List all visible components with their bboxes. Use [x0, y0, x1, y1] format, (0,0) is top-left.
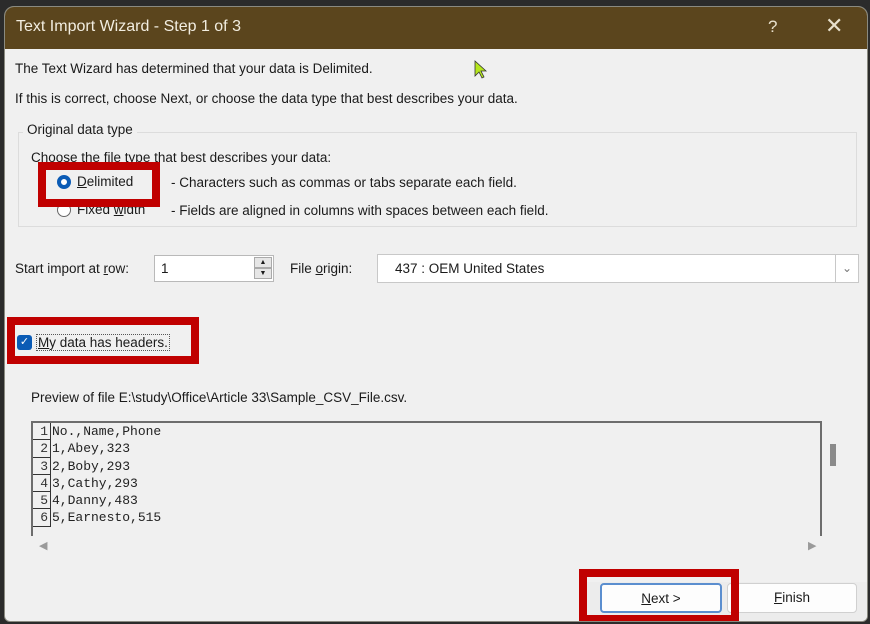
start-row-value[interactable]: 1 [161, 261, 169, 276]
row-text: No.,Name,Phone [52, 424, 162, 439]
row-text: 2,Boby,293 [52, 458, 131, 474]
help-button[interactable]: ? [768, 17, 777, 37]
start-row-label: Start import at row: [15, 261, 130, 276]
row-text: 1,Abey,323 [52, 441, 131, 457]
preview-row: 1 No.,Name,Phone [33, 423, 820, 441]
row-number: 1 [33, 423, 51, 441]
highlight-box-delimited [38, 162, 160, 207]
preview-label: Preview of file E:\study\Office\Article … [31, 390, 408, 405]
row-text: 3,Cathy,293 [52, 475, 138, 491]
finish-button[interactable]: Finish [727, 583, 857, 613]
row-number: 4 [33, 474, 51, 493]
close-button[interactable]: ✕ [825, 13, 843, 39]
preview-row: 3 2,Boby,293 [33, 457, 820, 475]
delimited-description: - Characters such as commas or tabs sepa… [171, 175, 517, 190]
highlight-box-next [579, 569, 739, 621]
scroll-left-icon[interactable]: ◀ [39, 539, 47, 552]
preview-row: 4 3,Cathy,293 [33, 474, 820, 493]
preview-row: 6 5,Earnesto,515 [33, 509, 820, 527]
vertical-scrollbar-thumb[interactable] [830, 444, 836, 466]
fixed-width-description: - Fields are aligned in columns with spa… [171, 203, 549, 218]
text-import-wizard-dialog: Text Import Wizard - Step 1 of 3 ? ✕ The… [4, 6, 868, 622]
row-number: 6 [33, 509, 51, 527]
spin-down-icon[interactable]: ▼ [254, 268, 272, 279]
row-text: 4,Danny,483 [52, 493, 138, 509]
title-bar: Text Import Wizard - Step 1 of 3 ? ✕ [5, 7, 867, 49]
file-preview: 1 No.,Name,Phone 2 1,Abey,323 3 2,Boby,293 4 3,… [31, 421, 822, 536]
chevron-down-icon[interactable]: ⌄ [835, 255, 858, 282]
file-origin-label: File origin: [290, 261, 353, 276]
spin-up-icon[interactable]: ▲ [254, 257, 272, 268]
intro-line-1: The Text Wizard has determined that your… [15, 61, 373, 76]
preview-row: 5 4,Danny,483 [33, 492, 820, 510]
row-number: 2 [33, 440, 51, 458]
start-row-stepper[interactable]: 1 ▲ ▼ [154, 255, 274, 282]
dialog-title: Text Import Wizard - Step 1 of 3 [16, 18, 241, 35]
scroll-right-icon[interactable]: ▶ [808, 539, 816, 552]
file-origin-value: 437 : OEM United States [395, 261, 545, 276]
file-origin-select[interactable]: 437 : OEM United States ⌄ [377, 254, 859, 283]
mouse-cursor-icon [474, 60, 488, 79]
group-label: Original data type [23, 122, 137, 137]
row-text: 5,Earnesto,515 [52, 510, 162, 526]
row-number: 5 [33, 492, 51, 510]
highlight-box-headers [7, 317, 199, 364]
preview-row: 2 1,Abey,323 [33, 440, 820, 458]
row-number: 3 [33, 457, 51, 475]
intro-line-2: If this is correct, choose Next, or choo… [15, 91, 518, 106]
